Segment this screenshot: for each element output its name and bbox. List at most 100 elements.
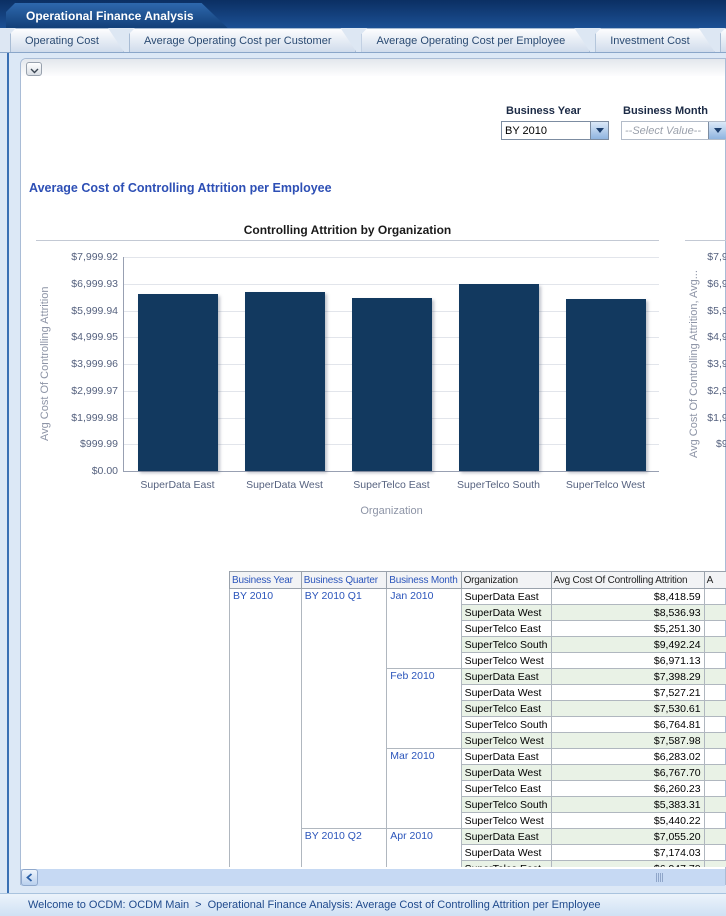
table-row: BY 2010 Q2Apr 2010SuperData East$7,055.2… — [230, 829, 726, 845]
cell-next-measure — [704, 781, 726, 797]
column-header[interactable]: Business Month — [387, 572, 461, 589]
y-tick-label: $6,999.93 — [707, 278, 726, 290]
cell-avg-cost: $5,383.31 — [551, 797, 704, 813]
breadcrumb-path: Operational Finance Analysis: Average Co… — [208, 899, 601, 911]
y-tick-label: $999.99 — [80, 438, 118, 450]
cell-next-measure — [704, 845, 726, 861]
cell-business-quarter[interactable]: BY 2010 Q2 — [301, 829, 386, 868]
chart-bar[interactable] — [138, 294, 218, 471]
business-year-select[interactable]: BY 2010 — [501, 121, 609, 140]
x-category-label: SuperData East — [124, 479, 231, 491]
chart-bar[interactable] — [245, 292, 325, 472]
cell-next-measure — [704, 701, 726, 717]
dropdown-arrow-icon[interactable] — [708, 122, 726, 139]
y-tick-label: $5,999.94 — [707, 305, 726, 317]
y-tick-label: $1,999.98 — [707, 412, 726, 424]
cell-avg-cost: $8,536.93 — [551, 605, 704, 621]
tab[interactable]: Average Operating Cost per Employee — [361, 28, 590, 52]
attrition-chart-partial: Avg Cost Of Controlling Attrition, Avg..… — [685, 223, 726, 523]
tab-bar: Operating Cost Average Operating Cost pe… — [0, 28, 726, 53]
y-tick-label: $1,999.98 — [71, 412, 118, 424]
horizontal-scrollbar[interactable] — [21, 869, 725, 886]
y-tick-label: $2,999.97 — [707, 385, 726, 397]
tab-label: Average Operating Cost per Customer — [144, 35, 332, 47]
chart-title-underline — [685, 240, 726, 241]
y-tick-label: $4,999.95 — [707, 331, 726, 343]
cell-avg-cost: $6,283.02 — [551, 749, 704, 765]
chart-title-underline — [36, 240, 659, 241]
cell-organization: SuperData West — [461, 605, 551, 621]
table-row: BY 2010BY 2010 Q1Jan 2010SuperData East$… — [230, 589, 726, 605]
left-rail-divider — [7, 53, 9, 893]
x-category-label: SuperTelco West — [552, 479, 659, 491]
tab[interactable]: Investment Cost — [595, 28, 714, 52]
cell-organization: SuperTelco East — [461, 861, 551, 868]
chart-bar[interactable] — [459, 284, 539, 472]
chart-bar[interactable] — [352, 298, 432, 471]
drill-table-region: Business YearBusiness QuarterBusiness Mo… — [229, 571, 726, 867]
cell-organization: SuperTelco East — [461, 701, 551, 717]
page-title: Operational Finance Analysis — [26, 9, 194, 23]
business-month-select[interactable]: --Select Value-- — [621, 121, 726, 140]
scrollbar-grip-icon[interactable] — [656, 873, 663, 882]
x-axis-title: Organization — [124, 505, 659, 517]
y-tick-label: $7,999.92 — [707, 251, 726, 263]
column-header[interactable]: Organization — [461, 572, 551, 589]
y-axis-title: Avg Cost Of Controlling Attrition, Avg..… — [687, 257, 701, 471]
bar-slot — [445, 284, 552, 472]
cell-business-month[interactable]: Feb 2010 — [387, 669, 461, 749]
breadcrumb-separator: > — [195, 899, 201, 911]
cell-organization: SuperData East — [461, 669, 551, 685]
column-header[interactable]: A — [704, 572, 726, 589]
cell-next-measure — [704, 749, 726, 765]
column-header[interactable]: Avg Cost Of Controlling Attrition — [551, 572, 704, 589]
y-axis-ticks: $7,999.92$6,999.93$5,999.94$4,999.95$3,9… — [703, 257, 726, 471]
scrollbar-track[interactable] — [38, 869, 725, 886]
tab[interactable]: Average Operating Cost per Customer — [129, 28, 357, 52]
business-month-value: --Select Value-- — [622, 122, 708, 139]
y-axis-title: Avg Cost Of Controlling Attrition — [38, 257, 52, 471]
cell-organization: SuperTelco South — [461, 717, 551, 733]
cell-business-month[interactable]: Mar 2010 — [387, 749, 461, 829]
scroll-left-button[interactable] — [21, 869, 38, 886]
plot-area — [123, 257, 659, 472]
chart-title: Controlling Attrition by Organization — [36, 223, 659, 237]
dropdown-arrow-icon[interactable] — [590, 122, 608, 139]
cell-next-measure — [704, 637, 726, 653]
breadcrumb-home-link[interactable]: Welcome to OCDM: OCDM Main — [28, 899, 189, 911]
cell-organization: SuperData West — [461, 765, 551, 781]
cell-organization: SuperData East — [461, 589, 551, 605]
business-month-label: Business Month — [623, 105, 708, 117]
cell-next-measure — [704, 861, 726, 868]
cell-organization: SuperTelco South — [461, 797, 551, 813]
cell-avg-cost: $9,492.24 — [551, 637, 704, 653]
y-tick-label: $2,999.97 — [71, 385, 118, 397]
cell-avg-cost: $6,767.70 — [551, 765, 704, 781]
chevron-down-icon — [30, 62, 39, 77]
y-tick-label: $4,999.95 — [71, 331, 118, 343]
cell-business-year[interactable]: BY 2010 — [230, 589, 302, 868]
cell-business-quarter[interactable]: BY 2010 Q1 — [301, 589, 386, 829]
column-header[interactable]: Business Quarter — [301, 572, 386, 589]
cell-next-measure — [704, 765, 726, 781]
window-titlebar: Operational Finance Analysis — [0, 0, 726, 28]
bars-container — [124, 257, 659, 471]
y-tick-label: $7,999.92 — [71, 251, 118, 263]
y-tick-label: $0.00 — [92, 465, 118, 477]
y-tick-label: $6,999.93 — [71, 278, 118, 290]
column-header[interactable]: Business Year — [230, 572, 302, 589]
tab[interactable]: Operating Cost — [10, 28, 124, 52]
tab[interactable]: Advertising Cost — [720, 28, 726, 52]
cell-business-month[interactable]: Apr 2010 — [387, 829, 461, 868]
cell-avg-cost: $8,418.59 — [551, 589, 704, 605]
business-year-label: Business Year — [506, 105, 581, 117]
tab-label: Operating Cost — [25, 35, 99, 47]
cell-business-month[interactable]: Jan 2010 — [387, 589, 461, 669]
cell-next-measure — [704, 589, 726, 605]
chart-bar[interactable] — [566, 299, 646, 471]
cell-next-measure — [704, 669, 726, 685]
collapse-button[interactable] — [26, 62, 42, 76]
window-title-tab[interactable]: Operational Finance Analysis — [6, 3, 228, 28]
cell-next-measure — [704, 733, 726, 749]
page: Operational Finance Analysis Operating C… — [0, 0, 726, 916]
